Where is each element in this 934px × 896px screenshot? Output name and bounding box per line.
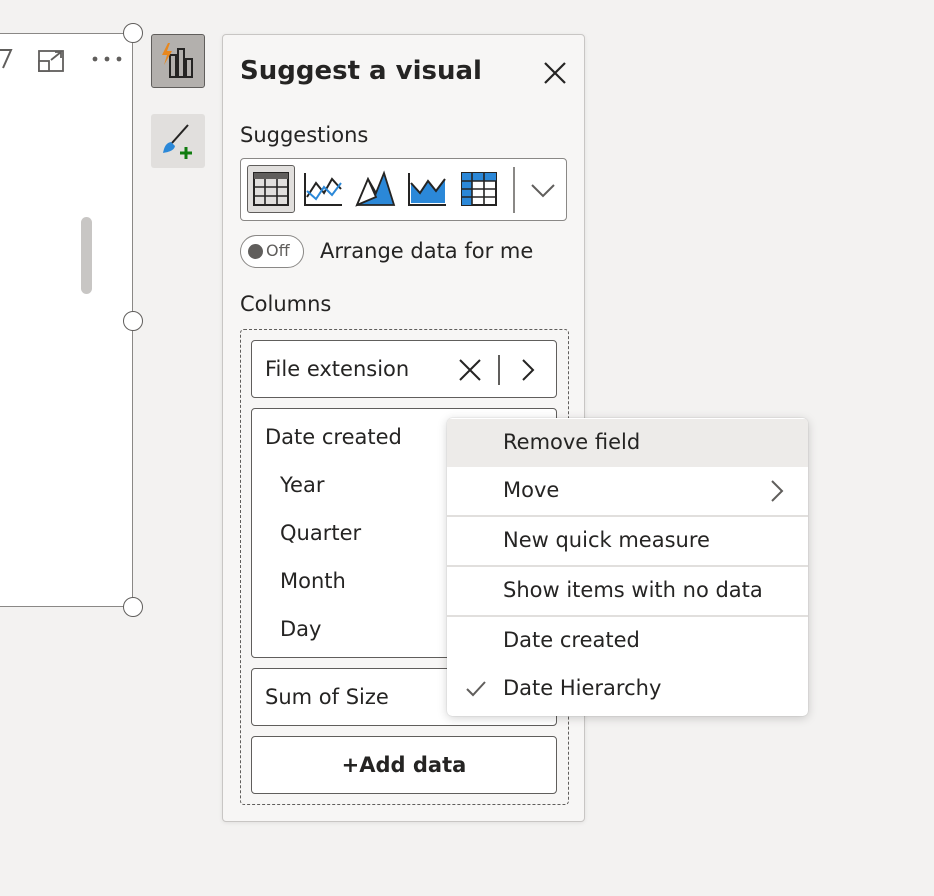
suggestions-separator bbox=[513, 167, 515, 213]
field-file-extension[interactable]: File extension bbox=[251, 340, 557, 398]
suggestions-bar bbox=[240, 158, 567, 221]
toggle-state-text: Off bbox=[266, 241, 290, 260]
menu-item-show-items-with-no-data[interactable]: Show items with no data bbox=[447, 567, 808, 615]
hierarchy-level-year[interactable]: Year bbox=[280, 473, 324, 497]
menu-item-new-quick-measure[interactable]: New quick measure bbox=[447, 517, 808, 565]
hierarchy-level-quarter[interactable]: Quarter bbox=[280, 521, 361, 545]
menu-item-date-created[interactable]: Date created bbox=[447, 617, 808, 665]
menu-item-label: Move bbox=[503, 478, 560, 502]
field-context-menu: Remove field Move New quick measure Show… bbox=[447, 418, 808, 716]
suggestions-label: Suggestions bbox=[240, 123, 369, 147]
menu-item-label: Date created bbox=[503, 628, 640, 652]
menu-item-label: New quick measure bbox=[503, 528, 710, 552]
checkmark-icon bbox=[466, 681, 486, 697]
menu-item-label: Date Hierarchy bbox=[503, 676, 662, 700]
columns-label: Columns bbox=[240, 292, 332, 316]
suggestion-area-chart[interactable] bbox=[351, 165, 399, 213]
menu-item-label: Remove field bbox=[503, 430, 641, 454]
suggestion-table[interactable] bbox=[247, 165, 295, 213]
suggestion-stacked-area-chart[interactable] bbox=[403, 165, 451, 213]
table-icon bbox=[253, 172, 289, 206]
chevron-right-icon bbox=[771, 480, 784, 502]
menu-item-date-hierarchy[interactable]: Date Hierarchy bbox=[447, 665, 808, 713]
lightning-bar-chart-icon bbox=[162, 43, 193, 78]
field-actions-divider bbox=[498, 355, 500, 385]
field-label: Date created bbox=[265, 425, 402, 449]
hierarchy-level-day[interactable]: Day bbox=[280, 617, 321, 641]
resize-handle-right[interactable] bbox=[123, 311, 143, 331]
line-chart-icon bbox=[304, 173, 342, 206]
add-data-button[interactable]: +Add data bbox=[251, 736, 557, 794]
suggestion-matrix[interactable] bbox=[455, 165, 503, 213]
menu-item-label: Show items with no data bbox=[503, 578, 763, 602]
more-options-icon[interactable] bbox=[91, 54, 123, 64]
matrix-icon bbox=[461, 172, 497, 206]
arrange-data-toggle[interactable]: Off bbox=[240, 235, 304, 268]
menu-item-remove-field[interactable]: Remove field bbox=[447, 419, 808, 467]
close-icon[interactable] bbox=[541, 59, 569, 87]
paintbrush-add-icon bbox=[163, 124, 192, 159]
field-label: Sum of Size bbox=[265, 685, 389, 709]
suggest-visual-button[interactable] bbox=[151, 34, 205, 88]
remove-field-icon[interactable] bbox=[457, 357, 483, 383]
focus-mode-icon[interactable] bbox=[37, 47, 67, 75]
resize-handle-bottom-right[interactable] bbox=[123, 597, 143, 617]
chevron-right-icon[interactable] bbox=[518, 357, 538, 383]
menu-item-move[interactable]: Move bbox=[447, 467, 808, 515]
visual-container[interactable] bbox=[0, 33, 133, 607]
field-label: File extension bbox=[265, 357, 410, 381]
format-visual-button[interactable] bbox=[151, 114, 205, 168]
suggestion-line-chart[interactable] bbox=[299, 165, 347, 213]
area-chart-icon bbox=[355, 170, 396, 207]
arrange-data-label: Arrange data for me bbox=[320, 239, 534, 263]
toggle-knob bbox=[248, 244, 263, 259]
chevron-down-icon[interactable] bbox=[526, 173, 560, 207]
stacked-area-chart-icon bbox=[408, 173, 446, 206]
resize-handle-top-right[interactable] bbox=[123, 23, 143, 43]
hierarchy-level-month[interactable]: Month bbox=[280, 569, 346, 593]
filter-icon[interactable] bbox=[0, 46, 13, 74]
visual-scrollbar[interactable] bbox=[81, 217, 92, 294]
panel-title: Suggest a visual bbox=[240, 56, 482, 86]
